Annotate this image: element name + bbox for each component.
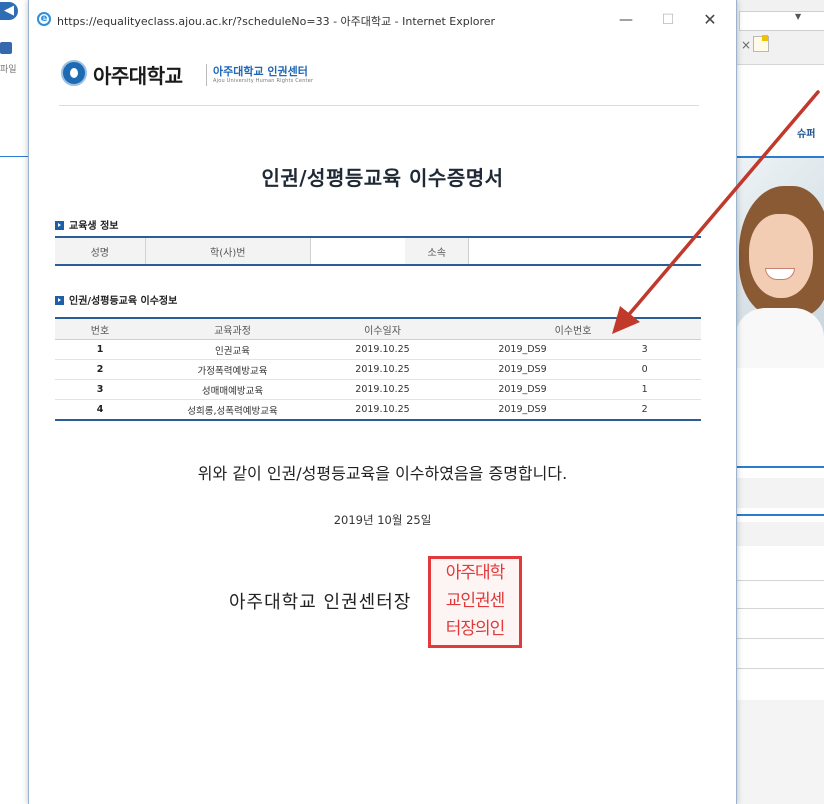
favicon-icon xyxy=(0,42,12,54)
logo-subtitle-english: Ajou University Human Rights Center xyxy=(213,78,314,84)
maximize-button[interactable]: ☐ xyxy=(653,8,683,32)
window-titlebar[interactable]: e https://equalityeclass.ajou.ac.kr/?sch… xyxy=(29,0,736,40)
completion-date: 2019.10.25 xyxy=(320,379,445,400)
certificate-number: 2019_DS9 2 xyxy=(498,404,648,415)
page-title: 인권/성평등교육 이수증명서 xyxy=(261,166,504,190)
back-arrow-icon[interactable]: ◀ xyxy=(0,2,18,20)
department-label: 소속 xyxy=(405,237,469,265)
minimize-button[interactable]: — xyxy=(611,8,641,32)
student-info-table: 성명 학(사)번 소속 xyxy=(55,236,701,266)
completion-date: 2019.10.25 xyxy=(320,359,445,380)
background-browser-right: ▼ × 슈퍼 xyxy=(735,0,824,804)
divider xyxy=(735,580,824,581)
student-id-value xyxy=(309,237,406,265)
bullet-arrow-icon xyxy=(55,296,64,305)
column-header: 이수일자 xyxy=(320,318,445,340)
divider xyxy=(735,668,824,669)
internet-explorer-icon: e xyxy=(37,12,51,26)
certificate-number: 2019_DS9 1 xyxy=(445,379,701,400)
section-heading-student: 교육생 정보 xyxy=(55,217,118,232)
course-name: 성희롱,성폭력예방교육 xyxy=(187,405,278,417)
row-number: 3 xyxy=(55,379,145,400)
course-name: 성매매예방교육 xyxy=(145,379,320,400)
divider xyxy=(735,514,824,516)
banner-image xyxy=(735,158,824,368)
content-band xyxy=(735,522,824,546)
section-heading-label: 교육생 정보 xyxy=(69,221,119,232)
content-band xyxy=(735,700,824,804)
column-header: 교육과정 xyxy=(145,318,320,340)
chevron-down-icon[interactable]: ▼ xyxy=(795,12,801,21)
course-name: 가정폭력예방교육 xyxy=(145,359,320,380)
student-id-label: 학(사)번 xyxy=(145,237,311,265)
divider xyxy=(735,638,824,639)
section-heading-completion: 인권/성평등교육 이수정보 xyxy=(55,292,177,307)
row-number: 4 xyxy=(96,404,104,415)
issue-date: 2019년 10월 25일 xyxy=(333,513,432,527)
column-header: 이수번호 xyxy=(445,318,701,340)
background-browser-left: ◀ 파일 xyxy=(0,0,30,804)
certification-statement: 위와 같이 인권/성평등교육을 이수하였음을 증명합니다. xyxy=(197,464,568,483)
issuer-name: 아주대학교 인권센터장 xyxy=(229,592,412,613)
completion-date: 2019.10.25 xyxy=(355,404,410,415)
certificate-number: 2019_DS9 0 xyxy=(445,359,701,380)
official-seal-stamp: 아주대학 교인권센 터장의인 xyxy=(428,556,522,648)
table-row: 2 가정폭력예방교육 2019.10.25 2019_DS9 0 xyxy=(55,359,701,380)
university-emblem-icon xyxy=(61,60,87,86)
logo: 아주대학교 아주대학교 인권센터 Ajou University Human R… xyxy=(61,58,361,94)
table-row: 1 인권교육 2019.10.25 2019_DS9 3 xyxy=(55,339,701,360)
department-value xyxy=(468,237,701,265)
header-divider xyxy=(59,105,699,106)
row-number: 2 xyxy=(55,359,145,380)
browser-toolbar: ▼ × xyxy=(735,0,824,65)
course-name: 인권교육 xyxy=(145,339,320,360)
table-row: 3 성매매예방교육 2019.10.25 2019_DS9 1 xyxy=(55,379,701,400)
table-row: 4 성희롱,성폭력예방교육 2019.10.25 2019_DS9 2 xyxy=(55,400,701,421)
popup-window: e https://equalityeclass.ajou.ac.kr/?sch… xyxy=(28,0,737,804)
certificate-number: 2019_DS9 3 xyxy=(445,339,701,360)
logo-name: 아주대학교 xyxy=(93,64,183,88)
nav-menu-item[interactable]: 슈퍼 xyxy=(797,125,815,140)
name-label: 성명 xyxy=(55,237,146,265)
completion-table: 번호 교육과정 이수일자 이수번호 1 인권교육 2019.10.25 2019… xyxy=(55,317,701,421)
nav-underline xyxy=(0,156,30,157)
logo-divider xyxy=(206,64,207,86)
table-header-row: 번호 교육과정 이수일자 이수번호 xyxy=(55,318,701,340)
row-number: 1 xyxy=(55,339,145,360)
address-bar-stub[interactable] xyxy=(739,11,824,31)
tab-close-icon[interactable]: × xyxy=(741,38,751,52)
completion-date: 2019.10.25 xyxy=(320,339,445,360)
bullet-arrow-icon xyxy=(55,221,64,230)
column-header: 번호 xyxy=(55,318,145,340)
window-title: https://equalityeclass.ajou.ac.kr/?sched… xyxy=(57,15,496,28)
divider xyxy=(735,466,824,468)
divider xyxy=(735,608,824,609)
menu-file-label[interactable]: 파일 xyxy=(0,62,17,75)
section-heading-label: 인권/성평등교육 이수정보 xyxy=(69,296,178,307)
logo-subtitle: 아주대학교 인권센터 xyxy=(213,65,308,78)
content-band xyxy=(735,478,824,508)
close-button[interactable]: ✕ xyxy=(695,8,725,32)
new-tab-icon[interactable] xyxy=(753,35,769,52)
